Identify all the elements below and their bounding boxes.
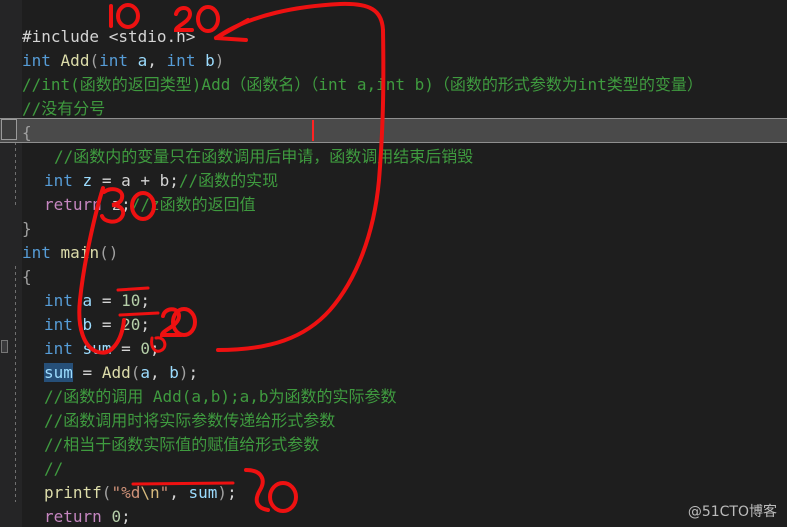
code-line[interactable]: int sum = 0;	[0, 312, 160, 358]
site-watermark: @51CTO博客	[687, 504, 777, 520]
declaration-b: int b = 20;	[44, 314, 150, 334]
code-text-area[interactable]: #include <stdio.h> int Add(int a, int b)…	[0, 0, 787, 527]
comment-line-6: //函数内的变量只在函数调用后申请，函数调用结束后销毁	[54, 146, 474, 166]
variable-a: a	[82, 290, 93, 310]
code-line[interactable]: //	[0, 432, 63, 478]
arg-b: b	[169, 362, 179, 382]
code-line[interactable]: return z;//z函数的返回值	[0, 168, 256, 214]
code-line[interactable]: #include <stdio.h>	[0, 0, 195, 46]
code-line[interactable]: }	[0, 192, 58, 238]
function-name-add: Add	[60, 50, 90, 70]
code-line[interactable]: int a = 10;	[0, 264, 150, 310]
assignment-sum-add: sum = Add(a, b);	[44, 362, 199, 382]
comment-line-16: //函数的调用 Add(a,b);a,b为函数的实际参数	[44, 386, 397, 406]
code-line[interactable]: //没有分号	[0, 72, 105, 118]
code-line[interactable]: {	[0, 96, 58, 142]
comment-line-18: //相当于函数实际值的赋值给形式参数	[44, 434, 320, 454]
code-line[interactable]: printf("%d\n", sum);	[0, 456, 237, 502]
literal-0: 0	[140, 338, 150, 358]
comment-line-3: //int(函数的返回类型)Add（函数名）（int a,int b)（函数的形…	[22, 74, 703, 94]
declaration-a: int a = 10;	[44, 290, 150, 310]
code-line[interactable]: int Add(int a, int b)	[0, 24, 224, 70]
fold-tick-line-16[interactable]	[1, 340, 8, 353]
literal-0: 0	[111, 506, 122, 526]
statement-int-z: int z = a + b;//函数的实现	[44, 170, 279, 190]
comment-line-8: //z函数的返回值	[130, 194, 256, 214]
code-line[interactable]: int b = 20;	[0, 288, 150, 334]
call-add: Add	[101, 362, 131, 382]
code-line[interactable]: //相当于函数实际值的赋值给形式参数	[0, 408, 319, 454]
param-a: a	[137, 50, 148, 70]
keyword-int: int	[99, 50, 128, 70]
variable-z: z	[82, 170, 93, 190]
function-name-main: main	[60, 242, 100, 262]
variable-sum: sum	[82, 338, 112, 358]
comment-line-17: //函数调用时将实际参数传递给形式参数	[44, 410, 336, 430]
format-string: "%d	[111, 482, 141, 502]
current-line-gutter-marker	[1, 119, 17, 140]
code-line[interactable]: int z = a + b;//函数的实现	[0, 144, 278, 190]
code-line[interactable]: int main()	[0, 216, 118, 262]
code-line[interactable]: return 0;	[0, 480, 131, 526]
statement-return-z: return z;//z函数的返回值	[44, 194, 256, 214]
arg-a: a	[140, 362, 150, 382]
arg-sum: sum	[188, 482, 218, 502]
code-line[interactable]: //int(函数的返回类型)Add（函数名）（int a,int b)（函数的形…	[0, 48, 703, 94]
code-line[interactable]: {	[0, 240, 58, 286]
literal-10: 10	[121, 290, 141, 310]
code-line[interactable]: //函数的调用 Add(a,b);a,b为函数的实际参数	[0, 360, 397, 406]
code-line[interactable]: //函数调用时将实际参数传递给形式参数	[0, 384, 335, 430]
printf-call: printf("%d\n", sum);	[44, 482, 237, 502]
code-line[interactable]: }	[0, 504, 58, 527]
param-b: b	[205, 50, 215, 70]
declaration-sum: int sum = 0;	[44, 338, 160, 358]
keyword-int: int	[166, 50, 196, 70]
text-caret	[312, 120, 314, 141]
variable-b: b	[82, 314, 93, 334]
comment-line-7: //函数的实现	[178, 170, 279, 190]
code-editor-window: #include <stdio.h> int Add(int a, int b)…	[0, 0, 787, 527]
literal-20: 20	[121, 314, 141, 334]
escape-newline: \n	[140, 482, 160, 502]
code-line[interactable]: sum = Add(a, b);	[0, 336, 198, 382]
